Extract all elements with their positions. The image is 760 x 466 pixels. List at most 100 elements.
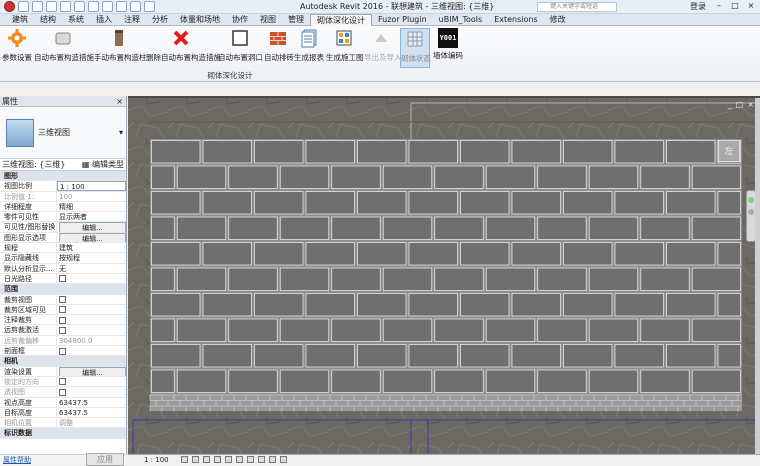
view-restore-icon[interactable]: □ (736, 100, 744, 109)
property-value[interactable] (57, 346, 126, 355)
properties-close-icon[interactable]: × (116, 96, 126, 106)
property-value[interactable]: 编辑... (57, 232, 126, 243)
instance-filter[interactable]: 三维视图: {三维} (2, 159, 65, 170)
chevron-down-icon[interactable]: ▾ (119, 128, 123, 137)
open-icon[interactable] (18, 1, 29, 12)
properties-help-link[interactable]: 属性帮助 (3, 455, 31, 465)
property-value[interactable]: 按规程 (57, 253, 126, 262)
property-value[interactable]: 63437.5 (57, 408, 126, 417)
panel-label: 砌体深化设计 (207, 71, 253, 80)
property-value[interactable]: 编辑... (57, 222, 126, 232)
property-checkbox[interactable] (59, 296, 66, 304)
render-icon[interactable] (224, 456, 232, 463)
save-icon[interactable] (32, 1, 43, 12)
undo-icon[interactable] (46, 1, 57, 12)
view-close-icon[interactable]: × (747, 100, 754, 109)
property-value[interactable]: 显示两者 (57, 212, 126, 221)
tab-6[interactable]: 体量和场地 (174, 14, 226, 26)
redo-icon[interactable] (60, 1, 71, 12)
property-value[interactable] (57, 325, 126, 334)
lock-icon[interactable] (257, 456, 265, 463)
tab-2[interactable]: 系统 (62, 14, 90, 26)
wall-code-button[interactable]: Y001 墙体编码 (432, 28, 464, 68)
drawing-button[interactable]: 生成施工图 (326, 28, 364, 68)
reveal-hidden-icon[interactable] (279, 456, 287, 463)
property-value[interactable]: 精细 (57, 202, 126, 211)
brick (614, 191, 664, 215)
delete-construct-button[interactable]: 删除自动布置构造措施 (146, 28, 221, 68)
tab-1[interactable]: 结构 (34, 14, 62, 26)
steering-wheel-icon[interactable] (748, 197, 754, 203)
property-value[interactable]: 1 : 100 (57, 181, 126, 191)
view-minimize-icon[interactable]: _ (728, 100, 732, 109)
tab-0[interactable]: 建筑 (6, 14, 34, 26)
masonry-status-button[interactable]: 砌体状态 (400, 28, 431, 68)
type-selector[interactable]: 三维视图 ▾ (0, 107, 126, 159)
vertical-scrollbar[interactable] (755, 98, 760, 454)
minimize-icon[interactable]: – (712, 1, 726, 12)
crop-icon[interactable] (235, 456, 243, 463)
settings-button[interactable]: 参数设置 (2, 28, 32, 68)
brick (202, 140, 252, 164)
tab-8[interactable]: 视图 (254, 14, 282, 26)
tab-13[interactable]: Extensions (488, 14, 543, 26)
export-import-button[interactable]: 导出及导入 (364, 28, 402, 68)
manual-column-button[interactable]: 手动布置构造柱 (94, 28, 147, 68)
show-crop-icon[interactable] (246, 456, 254, 463)
auto-opening-button[interactable]: 自动布置洞口 (218, 28, 263, 68)
temp-hide-icon[interactable] (268, 456, 276, 463)
sun-path-icon[interactable] (202, 456, 210, 463)
auto-construct-button[interactable]: 自动布置构造措施 (34, 28, 94, 68)
3d-view-canvas[interactable]: _ □ × 左 (128, 96, 760, 454)
tab-7[interactable]: 协作 (226, 14, 254, 26)
edit-button[interactable]: 编辑... (59, 366, 126, 376)
edit-button[interactable]: 编辑... (59, 232, 126, 243)
property-checkbox[interactable] (59, 326, 66, 334)
text-icon[interactable] (102, 1, 113, 12)
apply-button[interactable]: 应用 (86, 453, 124, 466)
edit-button[interactable]: 编辑... (59, 222, 126, 232)
edit-type-button[interactable]: ▦ 编辑类型 (82, 159, 124, 170)
auto-brick-button[interactable]: 自动排砖 (264, 28, 294, 68)
section-icon[interactable] (130, 1, 141, 12)
property-value[interactable]: 无 (57, 264, 126, 273)
brick (202, 191, 252, 215)
zoom-icon[interactable] (748, 209, 754, 215)
tab-12[interactable]: uBIM_Tools (433, 14, 489, 26)
measure-icon[interactable] (88, 1, 99, 12)
close-icon[interactable]: × (744, 1, 758, 12)
property-value[interactable] (57, 274, 126, 283)
tab-14[interactable]: 修改 (544, 14, 572, 26)
property-value[interactable] (57, 305, 126, 314)
shadows-icon[interactable] (213, 456, 221, 463)
viewcube[interactable]: 左 (718, 140, 740, 162)
detail-level-icon[interactable] (180, 456, 188, 463)
view-scale[interactable]: 1 : 100 (144, 456, 169, 464)
property-value[interactable] (57, 295, 126, 304)
property-checkbox[interactable] (59, 316, 66, 324)
property-checkbox[interactable] (59, 347, 66, 355)
tab-4[interactable]: 注释 (118, 14, 146, 26)
tab-5[interactable]: 分析 (146, 14, 174, 26)
revit-app-icon[interactable] (4, 1, 15, 12)
property-checkbox[interactable] (59, 306, 66, 314)
print-icon[interactable] (74, 1, 85, 12)
tab-11[interactable]: Fuzor Plugin (372, 14, 433, 26)
property-checkbox[interactable] (59, 275, 66, 283)
tab-10[interactable]: 砌体深化设计 (310, 13, 372, 26)
search-input[interactable]: 键入关键字或短语 (537, 2, 617, 12)
close-hidden-icon[interactable] (144, 1, 155, 12)
3d-view-icon[interactable] (116, 1, 127, 12)
property-value[interactable]: 建筑 (57, 243, 126, 252)
tab-9[interactable]: 管理 (282, 14, 310, 26)
maximize-icon[interactable]: □ (728, 1, 742, 12)
brick (485, 165, 536, 189)
brick (485, 369, 536, 393)
property-value[interactable]: 编辑... (57, 366, 126, 376)
report-button[interactable]: 生成报表 (294, 28, 324, 68)
property-value[interactable]: 63437.5 (57, 398, 126, 407)
tab-3[interactable]: 插入 (90, 14, 118, 26)
sign-in-link[interactable]: 登录 (690, 1, 706, 12)
visual-style-icon[interactable] (191, 456, 199, 463)
property-value[interactable] (57, 315, 126, 324)
